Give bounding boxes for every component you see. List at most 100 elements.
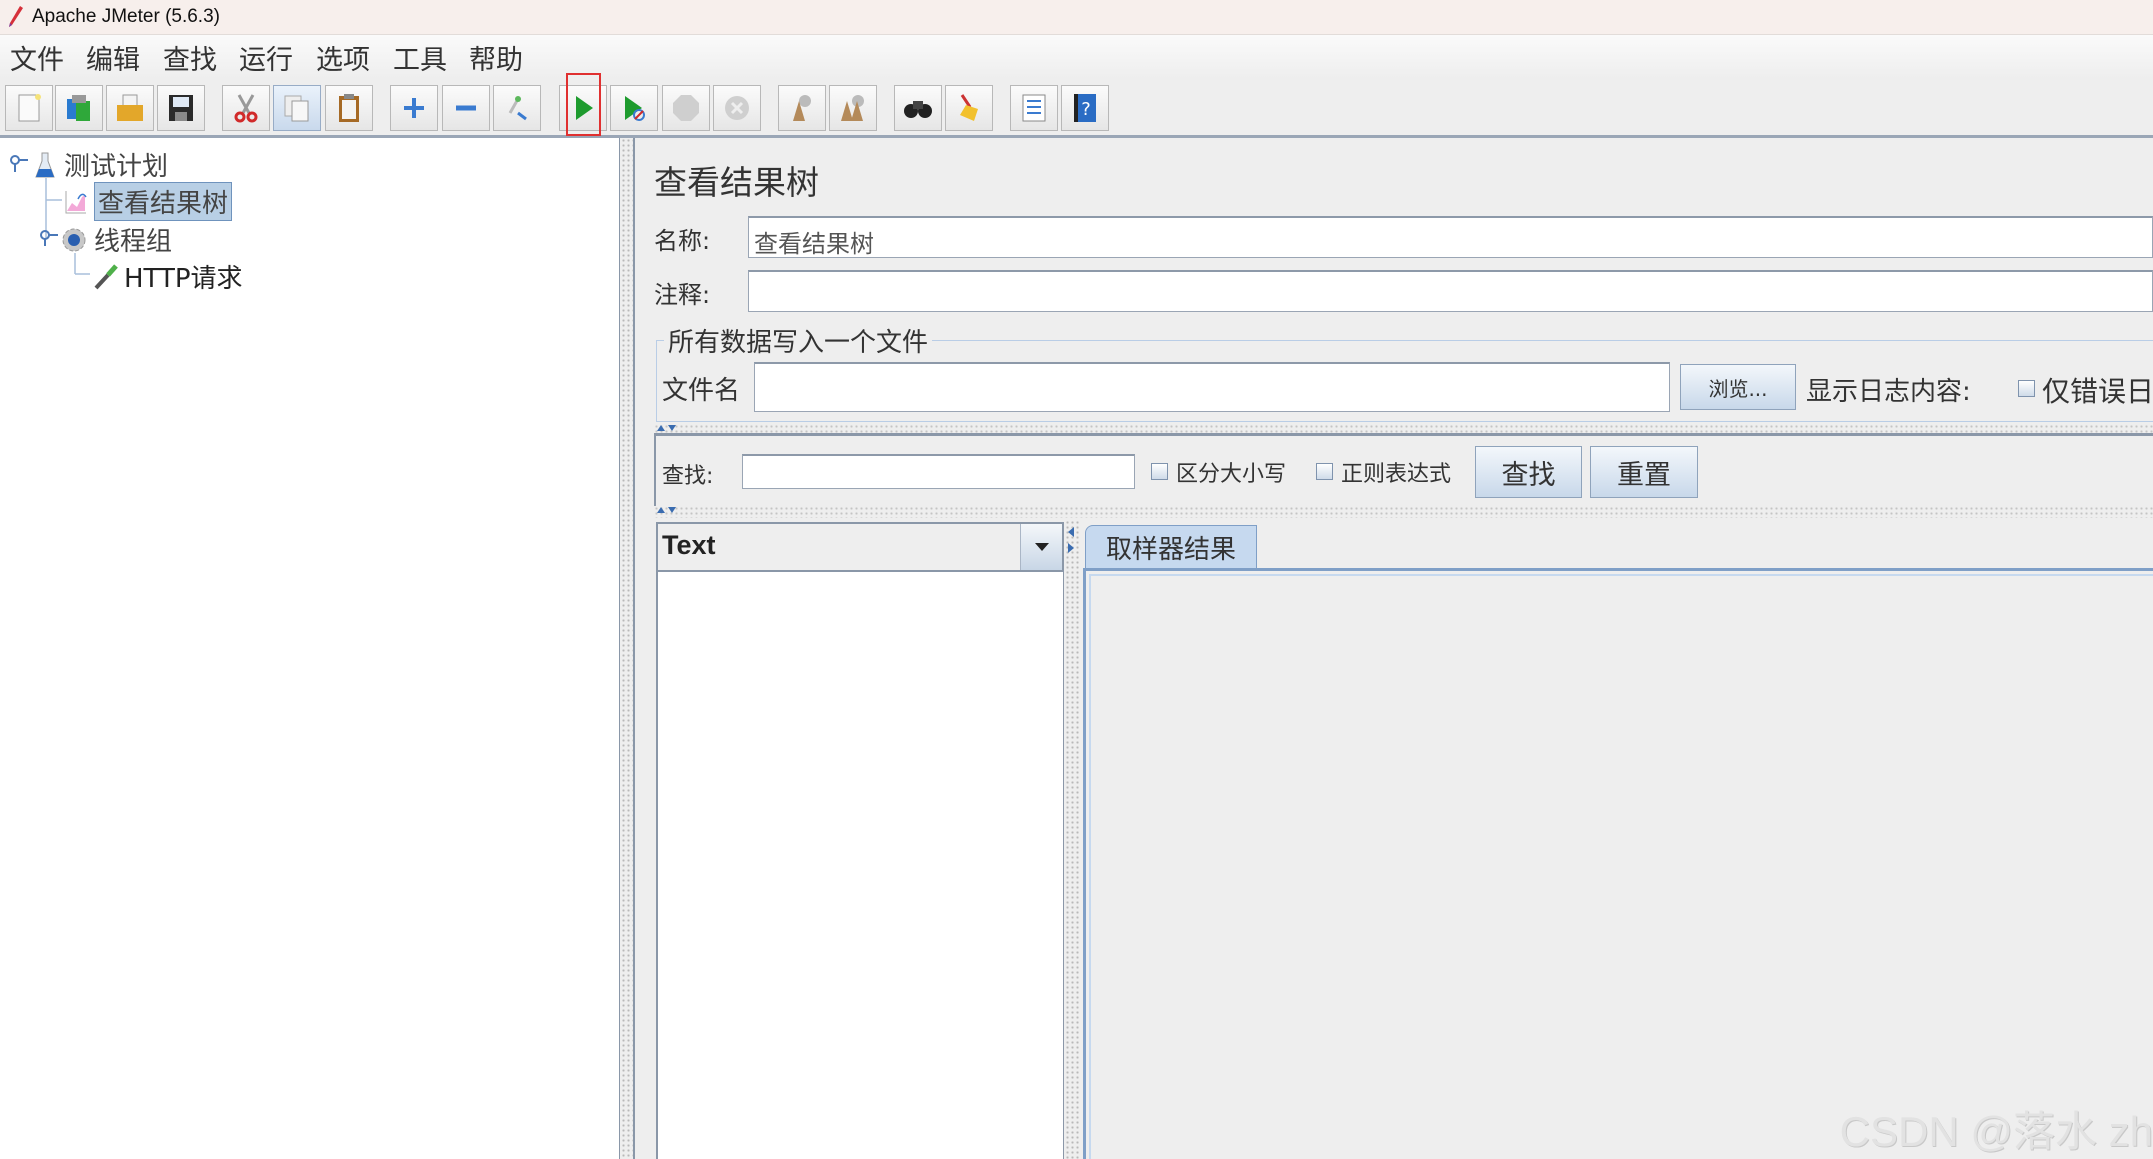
watermark: CSDN @落水 zh — [1839, 1108, 2153, 1155]
menu-run[interactable]: 运行 — [239, 38, 293, 77]
split-divider-vertical[interactable] — [621, 138, 635, 1159]
renderer-select[interactable]: Text — [656, 522, 1064, 572]
stop-button[interactable] — [662, 85, 710, 131]
expand-button[interactable] — [390, 85, 438, 131]
save-button[interactable] — [157, 85, 205, 131]
tree-node-view-results-tree[interactable]: 查看结果树 — [64, 182, 233, 221]
clear-icon — [793, 95, 811, 121]
divider-arrows-icon — [657, 507, 676, 513]
function-helper-icon — [1022, 94, 1046, 122]
menu-help[interactable]: 帮助 — [469, 38, 523, 77]
tree-node-thread-group[interactable]: 线程组 — [60, 221, 172, 258]
clear-all-button[interactable] — [829, 85, 877, 131]
menu-bar: 文件 编辑 查找 运行 选项 工具 帮助 — [0, 35, 2153, 79]
thread-group-icon — [62, 228, 86, 251]
search-label: 查找: — [662, 464, 714, 489]
find-button[interactable]: 查找 — [1475, 446, 1582, 498]
shutdown-button[interactable] — [713, 85, 761, 131]
paste-icon — [339, 94, 359, 122]
filename-field[interactable] — [754, 362, 1670, 412]
case-sensitive-checkbox[interactable] — [1151, 463, 1168, 480]
tab-content — [1083, 568, 2153, 1159]
menu-search[interactable]: 查找 — [163, 38, 217, 77]
copy-icon — [284, 95, 309, 122]
tree-node-http-request[interactable]: HTTP请求 — [92, 258, 243, 295]
open-icon — [117, 94, 143, 121]
svg-text:?: ? — [1081, 99, 1091, 120]
reset-search-icon — [960, 94, 978, 121]
toolbar: ? — [0, 79, 2153, 138]
listener-icon — [65, 190, 87, 213]
file-group-title: 所有数据写入一个文件 — [664, 322, 933, 359]
toggle-button[interactable] — [493, 85, 541, 131]
split-divider-inner[interactable] — [1065, 520, 1079, 1159]
start-no-pause-icon — [625, 96, 645, 121]
errors-only-label: 仅错误日 — [2042, 375, 2153, 408]
menu-file[interactable]: 文件 — [10, 38, 64, 77]
browse-button[interactable]: 浏览... — [1680, 364, 1796, 410]
divider-arrows-icon — [1068, 527, 1074, 553]
menu-tools[interactable]: 工具 — [393, 38, 447, 77]
regex-label: 正则表达式 — [1341, 462, 1452, 487]
name-field-value: 查看结果树 — [754, 230, 874, 258]
clear-all-icon — [841, 95, 864, 121]
copy-button[interactable] — [273, 85, 321, 131]
cut-button[interactable] — [222, 85, 270, 131]
expand-icon — [404, 98, 424, 118]
stop-icon — [673, 95, 699, 121]
errors-only-checkbox[interactable] — [2018, 380, 2035, 397]
new-button[interactable] — [5, 85, 53, 131]
comment-label: 注释: — [654, 281, 711, 309]
function-helper-button[interactable] — [1010, 85, 1058, 131]
search-panel-border — [654, 436, 656, 506]
title-bar: Apache JMeter (5.6.3) — [0, 0, 2153, 35]
reset-button[interactable]: 重置 — [1590, 446, 1698, 498]
comment-field[interactable] — [748, 270, 2153, 312]
shutdown-icon — [725, 96, 749, 120]
highlight-box — [566, 73, 601, 136]
menu-edit[interactable]: 编辑 — [86, 38, 140, 77]
open-button[interactable] — [106, 85, 154, 131]
collapse-button[interactable] — [442, 85, 490, 131]
cut-icon — [234, 94, 258, 123]
tree-node-label: 线程组 — [94, 227, 173, 257]
tab-sampler-result[interactable]: 取样器结果 — [1085, 525, 1257, 569]
log-display-label: 显示日志内容: — [1806, 377, 1971, 407]
case-sensitive-label: 区分大小写 — [1176, 462, 1287, 487]
paste-button[interactable] — [325, 85, 373, 131]
jmeter-logo-icon — [9, 6, 23, 27]
sampler-icon — [94, 263, 118, 289]
chevron-down-icon[interactable] — [1020, 524, 1062, 570]
tree-node-test-plan[interactable]: 测试计划 — [34, 146, 168, 183]
help-button[interactable]: ? — [1061, 85, 1109, 131]
new-icon — [18, 94, 41, 122]
menu-options[interactable]: 选项 — [316, 38, 370, 77]
split-divider-horizontal[interactable] — [654, 506, 2153, 518]
save-icon — [169, 95, 193, 121]
test-plan-icon — [35, 152, 55, 177]
help-icon: ? — [1074, 94, 1096, 122]
toggle-icon — [508, 96, 527, 121]
panel-title: 查看结果树 — [654, 163, 819, 202]
collapse-icon — [456, 105, 476, 111]
search-input[interactable] — [742, 454, 1135, 489]
search-button[interactable] — [894, 85, 942, 131]
renderer-select-value: Text — [662, 530, 716, 560]
start-no-pause-button[interactable] — [610, 85, 658, 131]
filename-label: 文件名 — [662, 376, 741, 406]
name-field[interactable]: 查看结果树 — [748, 216, 2153, 258]
test-plan-tree: 测试计划 查看结果树 线程组 HTTP请求 — [0, 138, 620, 1159]
split-divider-horizontal[interactable] — [654, 424, 2153, 436]
templates-icon — [67, 95, 90, 121]
name-label: 名称: — [654, 227, 711, 255]
window-title: Apache JMeter (5.6.3) — [32, 6, 220, 27]
tree-node-label: 测试计划 — [64, 152, 169, 182]
tree-node-label: HTTP请求 — [124, 264, 243, 294]
regex-checkbox[interactable] — [1316, 463, 1333, 480]
reset-search-button[interactable] — [945, 85, 993, 131]
results-list[interactable] — [656, 572, 1064, 1159]
clear-button[interactable] — [778, 85, 826, 131]
templates-button[interactable] — [55, 85, 103, 131]
divider-arrows-icon — [657, 425, 676, 431]
tree-node-label: 查看结果树 — [94, 182, 233, 221]
